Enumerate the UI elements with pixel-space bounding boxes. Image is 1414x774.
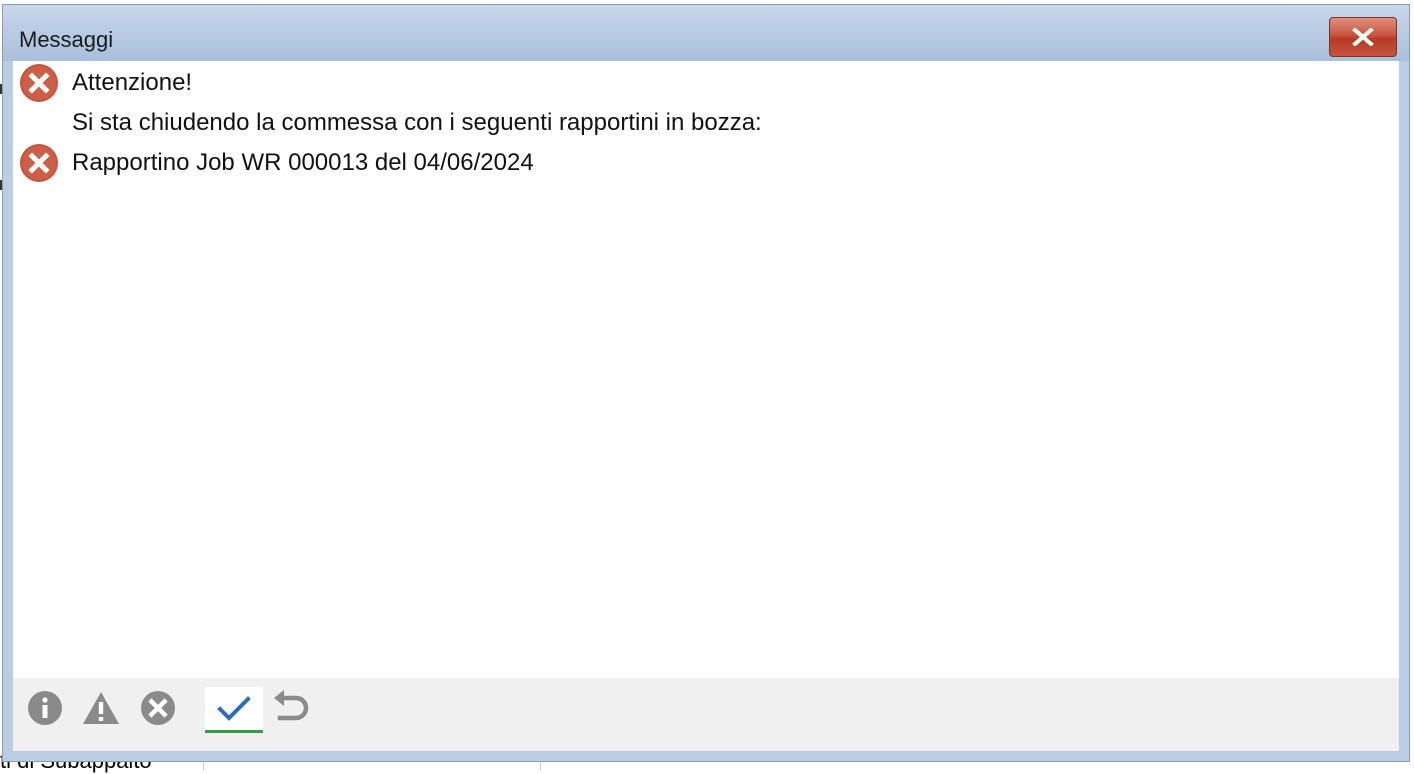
warning-icon: [83, 692, 119, 724]
error-icon: [20, 64, 58, 102]
message-text: Rapportino Job WR 000013 del 04/06/2024: [72, 149, 534, 176]
filter-error-button[interactable]: [138, 688, 178, 728]
confirm-button[interactable]: [205, 687, 263, 733]
message-text: Attenzione!: [72, 69, 193, 96]
error-filter-icon: [141, 691, 175, 725]
filter-info-button[interactable]: [25, 688, 65, 728]
message-toolbar: [13, 678, 1399, 751]
checkmark-icon: [217, 695, 251, 721]
filter-warning-button[interactable]: [81, 688, 121, 728]
window-title: Messaggi: [19, 27, 114, 52]
message-text: Si sta chiudendo la commessa con i segue…: [72, 109, 762, 136]
error-icon: [20, 144, 58, 182]
titlebar: Messaggi: [3, 5, 1409, 61]
close-button[interactable]: [1329, 17, 1397, 57]
messages-dialog: Messaggi Attenzione! Si sta chiudendo la…: [2, 4, 1410, 762]
undo-button[interactable]: [271, 688, 311, 728]
undo-icon: [274, 690, 309, 721]
close-icon: [1352, 28, 1374, 46]
messages-panel: Attenzione! Si sta chiudendo la commessa…: [13, 61, 1399, 751]
info-icon: [28, 691, 62, 725]
